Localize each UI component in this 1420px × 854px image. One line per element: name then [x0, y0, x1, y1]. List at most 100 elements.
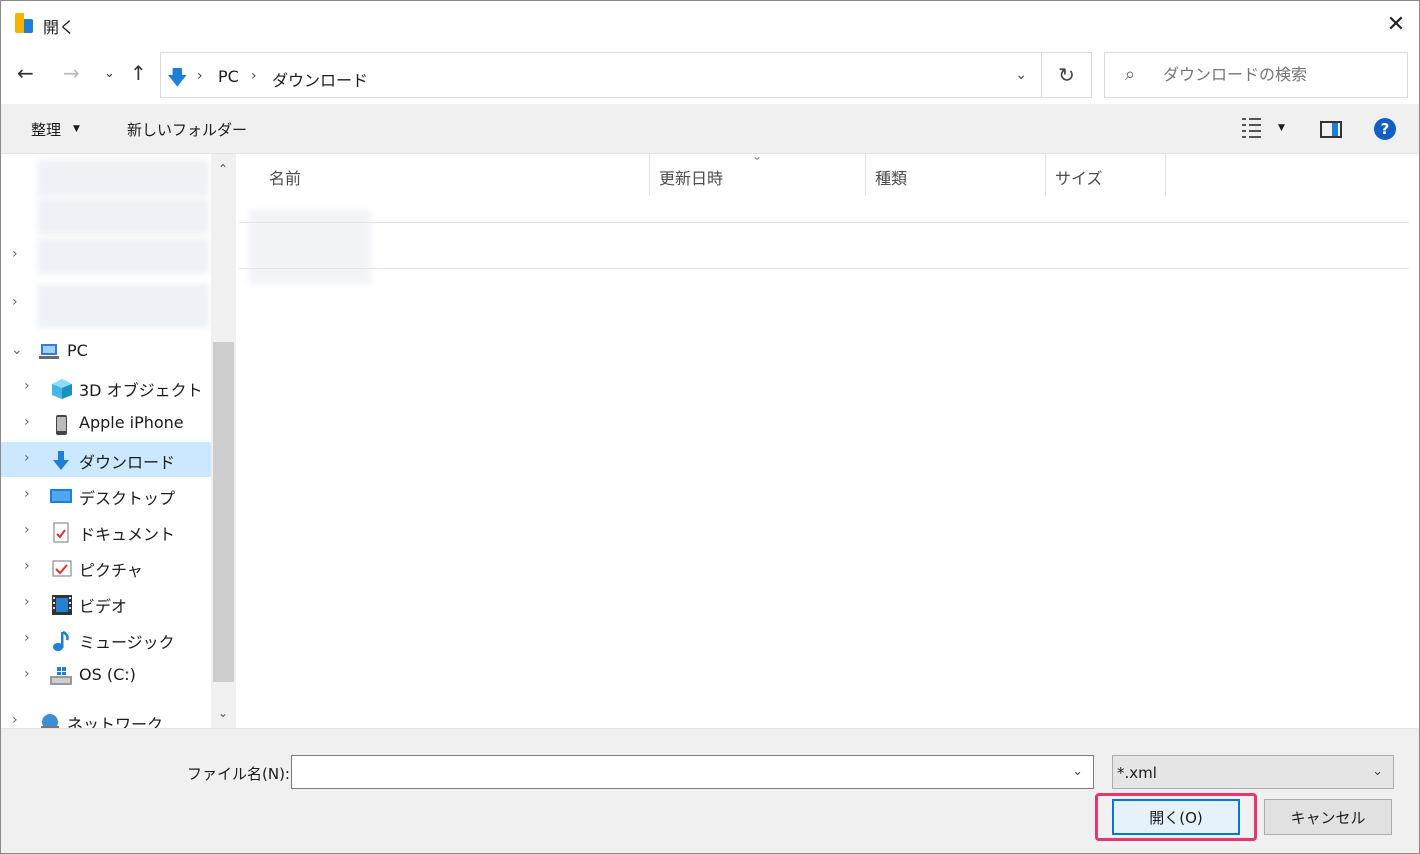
tree-item-label: OS (C:) — [79, 665, 136, 684]
tree-item-apple-iphone[interactable]: › Apple iPhone — [1, 406, 211, 441]
column-header-modified[interactable]: 更新日時 — [650, 154, 866, 196]
forward-icon[interactable]: → — [63, 61, 80, 85]
scroll-up-icon[interactable]: ⌃ — [218, 162, 228, 176]
tree-item-os-drive[interactable]: › OS (C:) — [1, 658, 211, 693]
filter-dropdown-icon[interactable]: ⌄ — [1372, 764, 1383, 779]
highlight-annotation — [1095, 793, 1257, 841]
tree-item-label: ビデオ — [79, 597, 128, 616]
address-bar[interactable]: 🡇 › PC › ダウンロード ⌄ — [160, 52, 1042, 98]
tree-item-3d-objects[interactable]: › 3D オブジェクト — [1, 370, 211, 405]
expand-chevron-icon[interactable]: › — [24, 414, 30, 430]
download-icon — [51, 450, 71, 470]
video-icon — [51, 594, 72, 615]
cube-icon — [51, 378, 72, 399]
view-caret-icon[interactable]: ▼ — [1278, 123, 1285, 133]
expand-chevron-icon[interactable]: › — [24, 666, 30, 682]
filename-dropdown-icon[interactable]: ⌄ — [1072, 764, 1083, 779]
download-arrow-icon: 🡇 — [167, 65, 188, 89]
file-list: 名前 ⌄ 更新日時 種類 サイズ — [239, 149, 1419, 728]
blurred-item — [37, 160, 209, 196]
tree-item-label: PC — [67, 341, 88, 360]
column-header-name[interactable]: 名前 — [239, 154, 650, 196]
music-icon — [51, 630, 71, 651]
tree-item-downloads[interactable]: › ダウンロード — [1, 442, 211, 477]
expand-chevron-icon[interactable]: › — [24, 378, 30, 394]
expand-chevron-icon[interactable]: › — [24, 558, 30, 574]
tree-item-desktop[interactable]: › デスクトップ — [1, 478, 211, 513]
scroll-down-icon[interactable]: ⌄ — [218, 706, 228, 720]
expand-chevron-icon[interactable]: › — [24, 594, 30, 610]
expand-chevron-icon[interactable]: › — [24, 486, 30, 502]
tree-item-pictures[interactable]: › ピクチャ — [1, 550, 211, 585]
tree-item-pc[interactable]: ⌄ PC — [1, 334, 211, 369]
help-icon[interactable]: ? — [1374, 118, 1396, 140]
tree-item-label: Apple iPhone — [79, 413, 184, 432]
filename-input[interactable] — [296, 762, 1056, 780]
breadcrumb-pc[interactable]: PC — [218, 67, 239, 86]
column-header-type[interactable]: 種類 — [866, 154, 1046, 196]
organize-caret-icon[interactable]: ▼ — [73, 124, 80, 134]
scroll-thumb[interactable] — [213, 342, 234, 682]
breadcrumb-separator-icon[interactable]: › — [197, 68, 203, 84]
computer-icon — [39, 342, 59, 362]
tree-item-label: ピクチャ — [79, 561, 143, 580]
file-type-filter[interactable]: *.xml ⌄ — [1112, 755, 1394, 789]
expand-chevron-icon[interactable]: › — [24, 522, 30, 538]
tree-item-label: ネットワーク — [67, 715, 164, 728]
dialog-footer: ファイル名(N): ⌄ *.xml ⌄ 開く(O) キャンセル — [1, 728, 1419, 853]
collapse-chevron-icon[interactable]: ⌄ — [11, 342, 23, 358]
address-dropdown-icon[interactable]: ⌄ — [1015, 67, 1027, 83]
up-icon[interactable]: ↑ — [130, 61, 147, 85]
filename-combobox[interactable]: ⌄ — [291, 755, 1094, 789]
column-header-size[interactable]: サイズ — [1046, 154, 1166, 196]
network-icon — [39, 712, 59, 728]
expand-chevron-icon[interactable]: › — [12, 712, 18, 728]
tree-item-network[interactable]: › ネットワーク — [1, 704, 211, 728]
filename-label: ファイル名(N): — [187, 765, 290, 783]
picture-icon — [51, 558, 72, 578]
file-type-value: *.xml — [1117, 764, 1157, 782]
command-toolbar: 整理 ▼ 新しいフォルダー ▼ ? — [1, 104, 1419, 154]
document-icon — [51, 522, 71, 543]
recent-locations-icon[interactable]: ⌄ — [104, 66, 115, 81]
title-bar: 開く ✕ — [1, 1, 1419, 47]
navigation-bar: ← → ⌄ ↑ 🡇 › PC › ダウンロード ⌄ ↻ ⌕ — [1, 47, 1419, 104]
new-folder-button[interactable]: 新しいフォルダー — [127, 119, 247, 140]
tree-item-label: ダウンロード — [79, 453, 176, 472]
tree-item-label: 3D オブジェクト — [79, 381, 203, 400]
blurred-item — [37, 284, 209, 328]
tree-item-label: ミュージック — [79, 633, 175, 652]
organize-button[interactable]: 整理 — [31, 119, 61, 140]
expand-chevron-icon[interactable]: › — [12, 294, 18, 310]
blurred-item — [37, 198, 209, 234]
column-label: 種類 — [875, 169, 908, 188]
tree-item-label: ドキュメント — [79, 525, 176, 544]
close-button[interactable]: ✕ — [1373, 1, 1419, 47]
blurred-item — [37, 238, 209, 274]
cancel-button[interactable]: キャンセル — [1264, 799, 1392, 835]
tree-item-videos[interactable]: › ビデオ — [1, 586, 211, 621]
column-label: サイズ — [1055, 169, 1103, 188]
search-icon: ⌕ — [1125, 64, 1136, 85]
group-divider — [239, 268, 1409, 269]
desktop-icon — [49, 486, 72, 506]
tree-item-music[interactable]: › ミュージック — [1, 622, 211, 657]
search-input[interactable] — [1163, 65, 1393, 84]
search-box[interactable]: ⌕ — [1104, 52, 1408, 98]
window-title: 開く — [43, 18, 76, 37]
back-icon[interactable]: ← — [17, 61, 34, 85]
nav-scrollbar[interactable]: ⌃ ⌄ — [211, 154, 236, 728]
navigation-pane: › › ⌄ PC › 3D オブジェクト › Apple iPhone › ダウ… — [1, 154, 236, 728]
app-icon — [15, 13, 33, 33]
view-options-icon[interactable] — [1242, 117, 1264, 139]
group-divider — [239, 222, 1409, 223]
tree-item-label: デスクトップ — [79, 489, 176, 508]
expand-chevron-icon[interactable]: › — [24, 450, 30, 466]
breadcrumb-separator-icon[interactable]: › — [251, 68, 257, 84]
preview-pane-icon[interactable] — [1320, 121, 1342, 138]
expand-chevron-icon[interactable]: › — [24, 630, 30, 646]
breadcrumb-downloads[interactable]: ダウンロード — [272, 67, 368, 91]
expand-chevron-icon[interactable]: › — [12, 246, 18, 262]
refresh-icon[interactable]: ↻ — [1042, 52, 1092, 98]
tree-item-documents[interactable]: › ドキュメント — [1, 514, 211, 549]
